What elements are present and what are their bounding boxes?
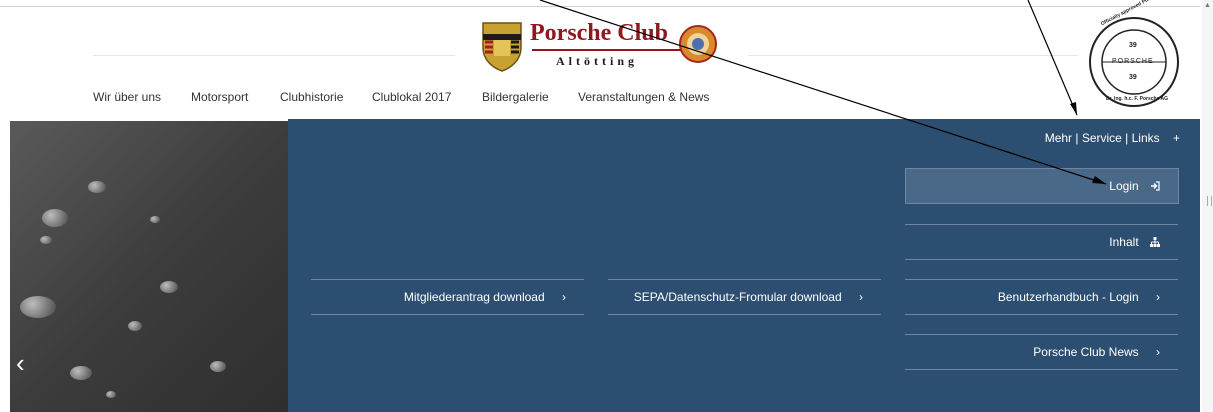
news-row-content: Porsche Club News › [1033,345,1160,359]
seal-brand: PORSCHE [1112,58,1154,65]
annotation-arrow-seal [1027,0,1078,116]
nav-item-clublokal[interactable]: Clublokal 2017 [372,90,451,104]
login-label: Login [1109,179,1139,193]
inhalt-link[interactable]: Inhalt [905,224,1178,260]
porsche-crest-icon [482,22,522,72]
benutzerhandbuch-login-link[interactable]: Benutzerhandbuch - Login › [905,279,1178,315]
nav-item-wir-ueber-uns[interactable]: Wir über uns [93,90,161,104]
nav-item-motorsport[interactable]: Motorsport [191,90,248,104]
water-drop [70,366,92,380]
mitglied-label: Mitgliederantrag download [403,290,545,304]
handbuch-label: Benutzerhandbuch - Login [997,290,1139,304]
water-drop [128,321,142,331]
chevron-right-icon: › [1156,345,1160,359]
water-drop [160,281,178,293]
water-drop [88,181,106,193]
top-border [0,6,1200,7]
water-drop [210,361,226,372]
slider-prev-arrow[interactable]: ‹ [16,348,25,379]
mehr-service-links-toggle[interactable]: Mehr | Service | Links + [1045,131,1180,145]
porsche-club-news-link[interactable]: Porsche Club News › [905,334,1178,370]
arrowhead-icon [1070,102,1077,115]
water-drop [106,391,116,398]
plus-icon: + [1172,131,1180,145]
login-link[interactable]: Login [905,168,1179,204]
login-row-content: Login [1109,179,1160,193]
news-label: Porsche Club News [1033,345,1139,359]
nav-item-clubhistorie[interactable]: Clubhistorie [280,90,343,104]
inhalt-row-content: Inhalt [1109,235,1160,249]
water-drop [150,216,160,223]
sitemap-icon [1150,237,1160,247]
seal-bottom-text: Dr. Ing. h.c. F. Porsche AG [1106,96,1169,102]
water-drop [42,209,68,227]
chevron-right-icon: › [562,290,566,304]
chevron-right-icon: › [1156,290,1160,304]
page-scrollbar[interactable] [1202,0,1213,412]
sepa-label: SEPA/Datenschutz-Fromular download [633,290,842,304]
handbuch-row-content: Benutzerhandbuch - Login › [998,290,1160,304]
logo-rule [532,49,682,51]
inhalt-label: Inhalt [1109,235,1139,249]
mehr-label: Mehr | Service | Links [1044,131,1160,145]
header-rule-left [93,55,455,56]
logo-title: Porsche Club [530,20,668,46]
porsche-approved-seal: 39 PORSCHE 39 Officially approved Porsch… [1088,0,1180,108]
nav-item-veranstaltungen[interactable]: Veranstaltungen & News [578,90,709,104]
sepa-download-link[interactable]: SEPA/Datenschutz-Fromular download › [608,279,881,315]
hero-image [10,121,310,412]
service-menu-panel: Mehr | Service | Links + Login Inhalt Mi… [288,119,1200,412]
water-drop [20,296,56,318]
logo-subtitle: Altötting [556,54,638,68]
scrollbar-grip[interactable] [1207,196,1212,206]
altoetting-emblem-icon [679,25,717,63]
club-logo[interactable]: Porsche Club Altötting [478,18,738,74]
mitglied-row-content: Mitgliederantrag download › [404,290,566,304]
mitgliederantrag-download-link[interactable]: Mitgliederantrag download › [311,279,584,315]
seal-number-bottom: 39 [1129,74,1137,81]
scroll-up-arrow-icon[interactable]: ▲ [1204,2,1211,9]
sign-in-icon [1151,181,1160,191]
water-drop [40,236,52,244]
seal-number-top: 39 [1129,42,1137,49]
header-rule-right [748,55,1078,56]
sepa-row-content: SEPA/Datenschutz-Fromular download › [634,290,863,304]
chevron-right-icon: › [859,290,863,304]
nav-item-bildergalerie[interactable]: Bildergalerie [482,90,549,104]
